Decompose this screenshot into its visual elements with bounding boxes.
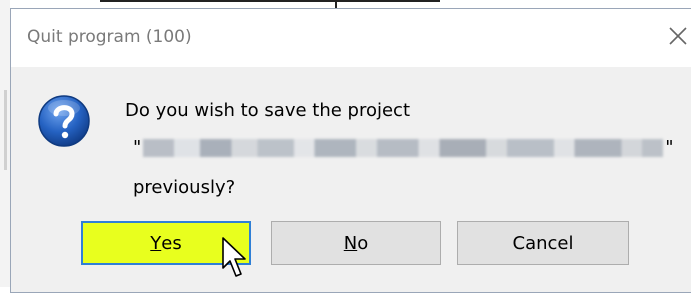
no-button[interactable]: No [271,221,441,265]
message-line-3: previously? [133,177,236,198]
background-line [100,0,440,2]
title-bar: Quit program (100) [11,9,691,67]
quote-close: " [665,137,674,158]
cancel-label: Cancel [512,232,574,254]
close-icon [669,27,687,45]
quote-open: " [133,137,142,158]
close-button[interactable] [663,21,691,51]
project-name-line: " " [133,137,674,158]
background-mark [4,90,7,170]
yes-mnemonic: Y [150,232,162,254]
message-line-1: Do you wish to save the project [125,100,411,121]
mouse-pointer-icon [222,237,246,277]
quit-dialog: Quit program (100) Do you wish to save t… [10,8,691,293]
no-mnemonic: N [343,232,358,254]
question-icon [38,95,90,147]
background-tick [335,0,337,8]
yes-label-rest: es [161,232,182,254]
no-label-rest: o [357,232,369,254]
cancel-button[interactable]: Cancel [457,221,629,265]
dialog-title: Quit program (100) [27,27,192,47]
blurred-project-name [143,139,664,157]
